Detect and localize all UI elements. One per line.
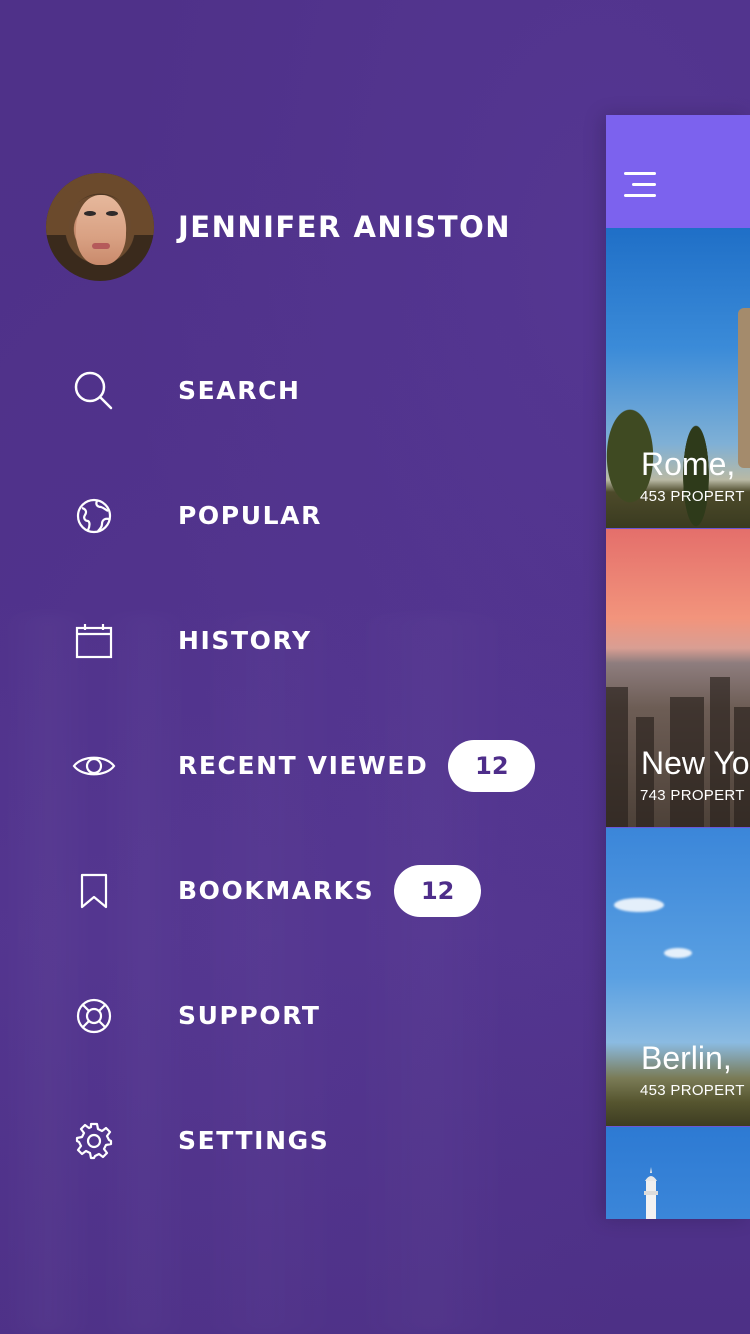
menu-label-text: POPULAR <box>178 501 322 530</box>
recent-viewed-count-badge: 12 <box>448 739 536 792</box>
avatar-eye-right <box>106 211 118 216</box>
menu-label-popular: POPULAR <box>178 501 322 530</box>
preview-header <box>606 115 750 228</box>
avatar-face <box>76 195 126 265</box>
menu-label-text: SETTINGS <box>178 1126 330 1155</box>
menu-label-text: SUPPORT <box>178 1001 321 1030</box>
menu-label-text: BOOKMARKS <box>178 876 375 905</box>
property-count: 453 PROPERT <box>640 488 745 505</box>
city-card-new-york[interactable]: New Yo 743 PROPERT <box>606 529 750 827</box>
menu-item-history[interactable]: HISTORY <box>0 578 600 703</box>
city-card-partial[interactable] <box>606 1127 750 1219</box>
menu-label-text: RECENT VIEWED <box>178 751 429 780</box>
profile[interactable]: JENNIFER ANISTON <box>46 173 511 281</box>
menu-label-recent-viewed: RECENT VIEWED 12 <box>178 739 536 792</box>
search-icon <box>72 369 116 413</box>
globe-icon <box>72 494 116 538</box>
menu-label-bookmarks: BOOKMARKS 12 <box>178 864 482 917</box>
eye-icon <box>72 744 116 788</box>
cloud-shape <box>664 948 692 958</box>
city-name: Berlin, <box>641 1040 732 1076</box>
bookmark-icon <box>72 869 116 913</box>
menu-item-support[interactable]: SUPPORT <box>0 953 600 1078</box>
city-name: New Yo <box>641 745 750 781</box>
gear-icon <box>72 1119 116 1163</box>
calendar-icon <box>72 619 116 663</box>
menu-item-recent-viewed[interactable]: RECENT VIEWED 12 <box>0 703 600 828</box>
city-card-berlin[interactable]: Berlin, 453 PROPERT <box>606 828 750 1126</box>
menu-item-settings[interactable]: SETTINGS <box>0 1078 600 1203</box>
menu-item-bookmarks[interactable]: BOOKMARKS 12 <box>0 828 600 953</box>
avatar-mouth <box>92 243 110 249</box>
cloud-shape <box>614 898 664 912</box>
property-count: 743 PROPERT <box>640 787 745 804</box>
profile-name: JENNIFER ANISTON <box>178 210 512 244</box>
city-name: Rome, <box>641 446 736 482</box>
menu-item-search[interactable]: SEARCH <box>0 328 600 453</box>
menu-label-text: SEARCH <box>178 376 301 405</box>
property-count: 453 PROPERT <box>640 1082 745 1099</box>
menu-label-search: SEARCH <box>178 376 301 405</box>
menu-label-settings: SETTINGS <box>178 1126 329 1155</box>
menu-label-support: SUPPORT <box>178 1001 321 1030</box>
building-shape <box>606 687 628 827</box>
main-screen-preview[interactable]: Rome, 453 PROPERT New Yo 743 PROPERT Ber… <box>606 115 750 1219</box>
lifebuoy-icon <box>72 994 116 1038</box>
city-card-rome[interactable]: Rome, 453 PROPERT <box>606 228 750 528</box>
avatar-eye-left <box>84 211 96 216</box>
menu-label-history: HISTORY <box>178 626 312 655</box>
tower-shape <box>738 308 750 468</box>
menu-label-text: HISTORY <box>178 626 312 655</box>
minaret-icon <box>644 1167 658 1219</box>
bookmarks-count-badge: 12 <box>394 864 482 917</box>
avatar[interactable] <box>46 173 154 281</box>
menu-item-popular[interactable]: POPULAR <box>0 453 600 578</box>
hamburger-menu-icon[interactable] <box>624 172 658 198</box>
